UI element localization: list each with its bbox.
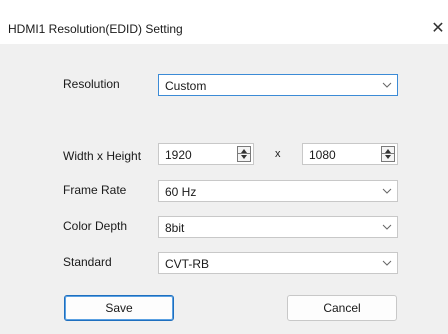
standard-value: CVT-RB [165, 257, 210, 271]
height-spinbox[interactable]: 1080 [302, 143, 398, 165]
color-depth-value: 8bit [165, 221, 185, 235]
spin-down-icon[interactable] [241, 155, 247, 159]
chevron-down-icon [382, 260, 392, 266]
cancel-button[interactable]: Cancel [287, 295, 397, 321]
chevron-down-icon [382, 188, 392, 194]
resolution-value: Custom [165, 79, 207, 93]
chevron-down-icon [382, 82, 392, 88]
width-spinbox[interactable]: 1920 [158, 143, 254, 165]
frame-rate-select[interactable]: 60 Hz [158, 180, 398, 202]
width-spin-buttons[interactable] [237, 146, 251, 162]
width-height-label: Width x Height [63, 149, 142, 163]
save-button[interactable]: Save [64, 295, 174, 321]
frame-rate-label: Frame Rate [63, 183, 127, 197]
edid-settings-dialog: HDMI1 Resolution(EDID) Setting ✕ Resolut… [0, 0, 448, 334]
resolution-select[interactable]: Custom [158, 74, 398, 96]
standard-label: Standard [63, 255, 112, 269]
close-icon[interactable]: ✕ [428, 14, 448, 42]
frame-rate-value: 60 Hz [165, 185, 197, 199]
height-value: 1080 [309, 148, 336, 162]
color-depth-select[interactable]: 8bit [158, 216, 398, 238]
color-depth-label: Color Depth [63, 219, 128, 233]
size-separator: x [275, 148, 281, 160]
standard-select[interactable]: CVT-RB [158, 252, 398, 274]
dialog-title: HDMI1 Resolution(EDID) Setting [8, 22, 183, 36]
chevron-down-icon [382, 224, 392, 230]
spin-down-icon[interactable] [385, 155, 391, 159]
title-bar: HDMI1 Resolution(EDID) Setting ✕ [0, 0, 448, 44]
resolution-label: Resolution [63, 77, 120, 91]
height-spin-buttons[interactable] [381, 146, 395, 162]
width-value: 1920 [165, 148, 192, 162]
